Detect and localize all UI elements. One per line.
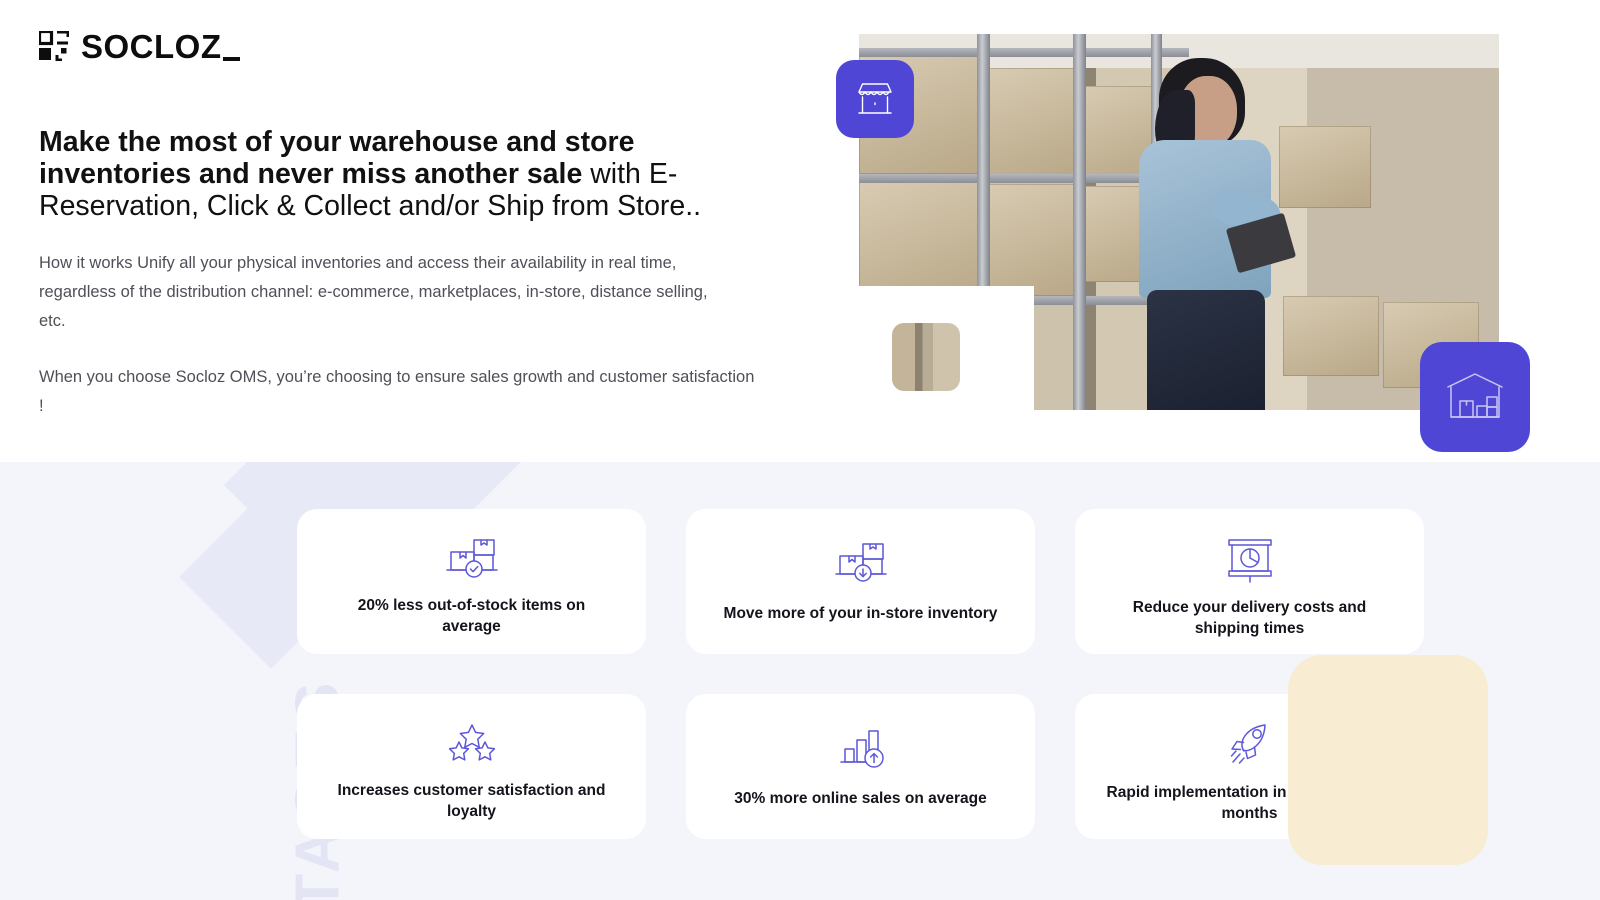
advantage-card-text: Increases customer satisfaction and loya… — [337, 782, 606, 821]
rocket-icon — [1224, 720, 1276, 768]
photo-shelf-beam — [859, 48, 1189, 57]
advantage-card-text: Move more of your in-store inventory — [723, 605, 998, 622]
advantage-card[interactable]: 20% less out-of-stock items on average — [297, 509, 646, 654]
hero-paragraph-2: When you choose Socloz OMS, you’re choos… — [39, 367, 755, 416]
photo-box — [1279, 126, 1371, 208]
warehouse-icon — [1444, 370, 1506, 424]
socloz-squares-icon — [37, 29, 70, 62]
boxes-check-icon — [444, 535, 500, 581]
hero-paragraph-1: How it works Unify all your physical inv… — [39, 253, 708, 331]
storefront-icon — [854, 79, 896, 119]
photo-box — [1283, 296, 1379, 376]
boxes-download-icon — [833, 535, 889, 589]
hero-content: SOCLOZ Make the most of your warehouse a… — [37, 26, 779, 421]
photo-box — [987, 68, 1075, 176]
photo-box — [859, 182, 979, 300]
advantage-card-text: 20% less out-of-stock items on average — [357, 597, 586, 636]
advantage-card-text: Reduce your delivery costs and shipping … — [1132, 599, 1367, 638]
bar-chart-up-icon — [835, 720, 887, 774]
hero-section: SOCLOZ Make the most of your warehouse a… — [0, 0, 1600, 462]
photo-box — [987, 184, 1075, 296]
advantage-card[interactable]: Move more of your in-store inventory — [686, 509, 1035, 654]
three-stars-icon — [445, 720, 499, 766]
photo-thumbnail-chip — [892, 323, 960, 391]
headline-bold: Make the most of your warehouse and stor… — [39, 126, 635, 191]
advantage-card[interactable]: Reduce your delivery costs and shipping … — [1075, 509, 1424, 654]
presentation-pie-chart-icon — [1224, 535, 1276, 583]
photo-person-trousers — [1147, 290, 1265, 410]
storefront-badge — [836, 60, 914, 138]
brand-logo[interactable]: SOCLOZ — [37, 26, 779, 66]
warehouse-badge — [1420, 342, 1530, 452]
decorative-cream-block — [1288, 655, 1488, 865]
hero-visual — [836, 30, 1556, 452]
advantages-card-grid: 20% less out-of-stock items on average M… — [297, 509, 1424, 839]
landing-page: SOCLOZ Make the most of your warehouse a… — [0, 0, 1600, 900]
brand-name: SOCLOZ — [81, 27, 239, 65]
advantage-card-text: 30% more online sales on average — [734, 790, 987, 807]
advantage-card[interactable]: Increases customer satisfaction and loya… — [297, 694, 646, 839]
photo-shelf-post — [1073, 34, 1086, 410]
page-title: Make the most of your warehouse and stor… — [39, 126, 769, 223]
advantage-card[interactable]: 30% more online sales on average — [686, 694, 1035, 839]
